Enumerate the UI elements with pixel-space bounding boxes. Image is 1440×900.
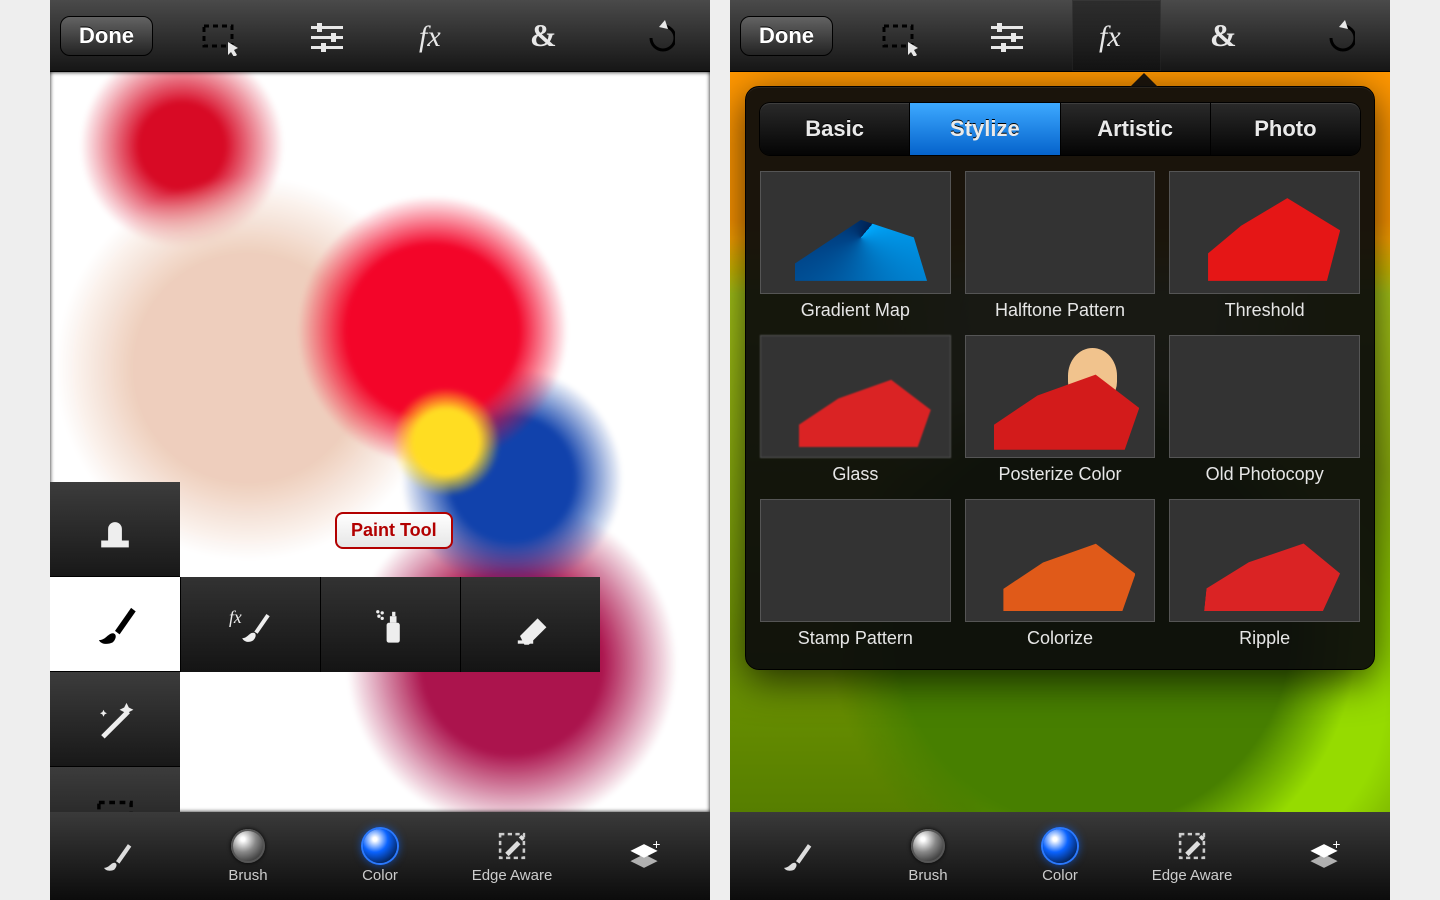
fx-icon[interactable] xyxy=(392,0,481,71)
canvas[interactable]: Paint Tool xyxy=(50,72,710,812)
fx-posterize-color[interactable]: Posterize Color xyxy=(965,335,1156,485)
active-tool-indicator[interactable] xyxy=(730,839,862,873)
brush-sphere-icon xyxy=(231,829,265,863)
fx-icon[interactable] xyxy=(1072,0,1161,71)
fx-glass[interactable]: Glass xyxy=(760,335,951,485)
marquee-tool[interactable] xyxy=(50,767,180,812)
ampersand-icon[interactable] xyxy=(501,0,590,71)
fx-label: Stamp Pattern xyxy=(798,628,913,649)
spray-tool[interactable] xyxy=(320,577,460,672)
selection-tool-icon[interactable] xyxy=(173,0,262,71)
top-toolbar: Done xyxy=(730,0,1390,72)
active-tool-indicator[interactable] xyxy=(50,839,182,873)
fx-thumb xyxy=(1169,499,1360,622)
done-button[interactable]: Done xyxy=(740,16,833,56)
done-button[interactable]: Done xyxy=(60,16,153,56)
eraser-tool[interactable] xyxy=(460,577,600,672)
fx-ripple[interactable]: Ripple xyxy=(1169,499,1360,649)
paint-tool[interactable] xyxy=(50,577,180,672)
fx-old-photocopy[interactable]: Old Photocopy xyxy=(1169,335,1360,485)
canvas[interactable]: Basic Stylize Artistic Photo Gradient Ma… xyxy=(730,72,1390,812)
brush-picker[interactable]: Brush xyxy=(862,829,994,884)
selection-tool-icon[interactable] xyxy=(853,0,942,71)
fx-category-tabs: Basic Stylize Artistic Photo xyxy=(760,103,1360,155)
screenshot-right: Done Basic Stylize Artistic Photo Gradie… xyxy=(730,0,1390,900)
fx-label: Colorize xyxy=(1027,628,1093,649)
fx-thumb xyxy=(760,499,951,622)
edge-aware-label: Edge Aware xyxy=(472,867,553,884)
fx-label: Glass xyxy=(832,464,878,485)
fx-grid: Gradient Map Halftone Pattern Threshold … xyxy=(760,171,1360,649)
fx-halftone-pattern[interactable]: Halftone Pattern xyxy=(965,171,1156,321)
fx-label: Ripple xyxy=(1239,628,1290,649)
fx-stamp-pattern[interactable]: Stamp Pattern xyxy=(760,499,951,649)
adjustments-icon[interactable] xyxy=(962,0,1051,71)
paint-subtool-row xyxy=(180,577,600,672)
paint-tool-tooltip: Paint Tool xyxy=(335,512,453,549)
fx-label: Halftone Pattern xyxy=(995,300,1125,321)
bottom-toolbar: Brush Color Edge Aware xyxy=(730,812,1390,900)
edge-aware-toggle[interactable]: Edge Aware xyxy=(1126,829,1258,884)
tool-palette xyxy=(50,482,180,812)
tab-photo[interactable]: Photo xyxy=(1211,103,1360,155)
fx-thumb xyxy=(760,335,951,458)
stamp-tool[interactable] xyxy=(50,482,180,577)
color-label: Color xyxy=(362,867,398,884)
layers-button[interactable] xyxy=(1258,839,1390,873)
ampersand-icon[interactable] xyxy=(1181,0,1270,71)
fx-gradient-map[interactable]: Gradient Map xyxy=(760,171,951,321)
brush-picker[interactable]: Brush xyxy=(182,829,314,884)
fx-thumb xyxy=(1169,171,1360,294)
fx-label: Posterize Color xyxy=(998,464,1121,485)
screenshot-left: Done Paint Tool xyxy=(50,0,710,900)
brush-label: Brush xyxy=(228,867,267,884)
fx-thumb xyxy=(965,335,1156,458)
fx-threshold[interactable]: Threshold xyxy=(1169,171,1360,321)
fx-thumb xyxy=(760,171,951,294)
color-sphere-icon xyxy=(363,829,397,863)
tab-artistic[interactable]: Artistic xyxy=(1061,103,1211,155)
color-picker[interactable]: Color xyxy=(994,829,1126,884)
fx-brush-tool[interactable] xyxy=(180,577,320,672)
adjustments-icon[interactable] xyxy=(282,0,371,71)
brush-sphere-icon xyxy=(911,829,945,863)
edge-aware-label: Edge Aware xyxy=(1152,867,1233,884)
top-toolbar: Done xyxy=(50,0,710,72)
bottom-toolbar: Brush Color Edge Aware xyxy=(50,812,710,900)
color-sphere-icon xyxy=(1043,829,1077,863)
layers-button[interactable] xyxy=(578,839,710,873)
fx-thumb xyxy=(965,499,1156,622)
fx-label: Gradient Map xyxy=(801,300,910,321)
undo-icon[interactable] xyxy=(611,0,700,71)
color-label: Color xyxy=(1042,867,1078,884)
fx-popover: Basic Stylize Artistic Photo Gradient Ma… xyxy=(745,86,1375,670)
color-picker[interactable]: Color xyxy=(314,829,446,884)
magic-wand-tool[interactable] xyxy=(50,672,180,767)
tab-basic[interactable]: Basic xyxy=(760,103,910,155)
fx-thumb xyxy=(1169,335,1360,458)
undo-icon[interactable] xyxy=(1291,0,1380,71)
fx-label: Old Photocopy xyxy=(1206,464,1324,485)
brush-label: Brush xyxy=(908,867,947,884)
fx-label: Threshold xyxy=(1225,300,1305,321)
fx-colorize[interactable]: Colorize xyxy=(965,499,1156,649)
edge-aware-toggle[interactable]: Edge Aware xyxy=(446,829,578,884)
fx-thumb xyxy=(965,171,1156,294)
tab-stylize[interactable]: Stylize xyxy=(910,103,1060,155)
